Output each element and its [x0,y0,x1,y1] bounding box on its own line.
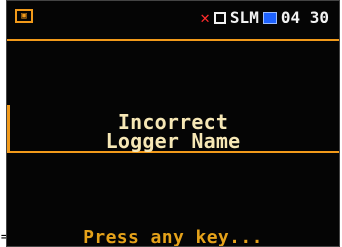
sd-card-icon: ▣ [15,9,33,23]
press-any-key-prompt: Press any key... [83,227,263,247]
device-screen: ▣ ✕ SLM 04 30 Incorrect Logger Name Pres… [6,0,340,247]
error-message-line-2: Logger Name [105,129,241,153]
red-logger-icon: ✕ [200,8,210,27]
page: => ▣ ✕ SLM 04 30 Incorrect Logger Name P… [0,0,342,247]
mode-label: SLM [229,8,259,27]
error-message: Incorrect Logger Name [7,112,339,153]
time-label: 04 30 [280,8,329,27]
status-right: ✕ SLM 04 30 [200,9,329,27]
status-square-icon [213,12,226,24]
status-bar: ▣ ✕ SLM 04 30 [7,1,339,41]
blue-indicator-icon [262,12,277,24]
